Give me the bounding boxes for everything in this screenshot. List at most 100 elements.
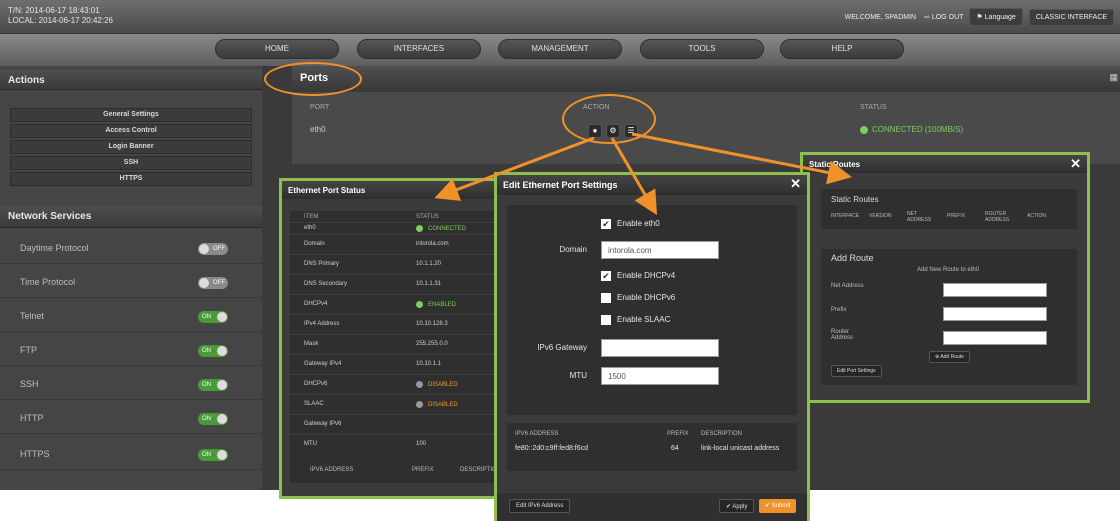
https-toggle[interactable]: ON	[198, 449, 228, 461]
service-ftp: FTP ON	[0, 336, 262, 366]
nav-tools[interactable]: TOOLS	[640, 39, 764, 59]
net-address-input[interactable]	[943, 283, 1047, 297]
row-key: DHCPv4	[304, 301, 328, 307]
welcome-text: WELCOME, SPADMIN	[844, 13, 917, 21]
ports-highlight	[264, 62, 362, 96]
close-icon[interactable]: ✕	[1070, 156, 1081, 172]
actions-list: General Settings Access Control Login Ba…	[0, 94, 262, 200]
telnet-toggle[interactable]: ON	[198, 311, 228, 323]
mtu-label: MTU	[569, 371, 587, 380]
checkbox-checked-icon: ✔	[601, 219, 611, 229]
ports-col-status: STATUS	[860, 104, 887, 111]
row-key: DNS Primary	[304, 261, 340, 267]
row-value-text: CONNECTED	[428, 226, 467, 233]
grid-icon[interactable]: ▦	[1109, 72, 1118, 83]
status-table: ITEM STATUS eth0 CONNECTED Domain intorola…	[290, 211, 496, 459]
col-action: ACTION	[1027, 213, 1046, 219]
row-key: DNS Secondary	[304, 281, 348, 287]
toggle-knob	[217, 312, 227, 322]
ftp-toggle[interactable]: ON	[198, 345, 228, 357]
toggle-knob	[217, 346, 227, 356]
table-row: MTU 100	[290, 435, 496, 459]
routes-table: Static Routes INTERFACE VERSION NET ADDR…	[821, 189, 1077, 229]
service-ssh: SSH ON	[0, 370, 262, 400]
table-row: Domain intorola.com	[290, 235, 496, 255]
toggle-state: ON	[202, 348, 211, 354]
action-https[interactable]: HTTPS	[10, 172, 252, 186]
domain-input[interactable]: intorola.com	[601, 241, 719, 259]
col-prefix: PREFIX	[947, 213, 966, 219]
slaac-checkbox[interactable]: Enable SLAAC	[601, 315, 670, 325]
row-value: 10.10.1.1	[416, 361, 442, 367]
col-version: VERSION	[869, 213, 892, 219]
prefix-input[interactable]	[943, 307, 1047, 321]
toggle-state: ON	[202, 452, 211, 458]
row-key: SLAAC	[304, 401, 324, 407]
toggle-knob	[217, 414, 227, 424]
nav-management[interactable]: MANAGEMENT	[498, 39, 622, 59]
router-address-label: Router Address	[831, 329, 854, 341]
time-toggle[interactable]: OFF	[198, 277, 228, 289]
action-access-control[interactable]: Access Control	[10, 124, 252, 138]
row-value: 255.255.0.0	[416, 341, 448, 347]
service-label: HTTPS	[20, 449, 50, 459]
nav-interfaces[interactable]: INTERFACES	[357, 39, 481, 59]
nav-help[interactable]: HELP	[780, 39, 904, 59]
row-value-text: DISABLED	[428, 382, 458, 389]
toggle-state: OFF	[213, 246, 225, 252]
add-route-button[interactable]: ⊕ Add Route	[929, 351, 970, 363]
main-nav: HOME INTERFACES MANAGEMENT TOOLS HELP	[0, 34, 1120, 66]
dialog-title: Ethernet Port Status	[282, 181, 500, 199]
row-value: 10.1.1.20	[416, 261, 442, 267]
row-value: DISABLED	[416, 381, 458, 388]
time-display: T/N: 2014-06-17 18:43:01 LOCAL: 2014-06-…	[8, 6, 113, 26]
local-time: LOCAL: 2014-06-17 20:42:26	[8, 16, 113, 25]
col-prefix: PREFIX	[667, 431, 689, 437]
ipv6-table: IPV6 ADDRESS PREFIX DESCRIPTION	[290, 457, 501, 483]
row-key: Gateway IPv6	[304, 421, 342, 427]
nav-home[interactable]: HOME	[215, 39, 339, 59]
service-time: Time Protocol OFF	[0, 268, 262, 298]
ipv6-gateway-input[interactable]	[601, 339, 719, 357]
submit-button[interactable]: ✔ Submit	[759, 499, 797, 513]
dhcpv6-checkbox[interactable]: Enable DHCPv6	[601, 293, 675, 303]
apply-button[interactable]: ✔ Apply	[719, 499, 755, 513]
dhcpv4-checkbox[interactable]: ✔ Enable DHCPv4	[601, 271, 675, 281]
mtu-input[interactable]: 1500	[601, 367, 719, 385]
row-key: DHCPv6	[304, 381, 328, 387]
apply-label: Apply	[732, 504, 748, 510]
checkbox-label: Enable SLAAC	[617, 315, 671, 325]
action-login-banner[interactable]: Login Banner	[10, 140, 252, 154]
toggle-knob	[217, 380, 227, 390]
logout-link[interactable]: ⇨ LOG OUT	[924, 13, 963, 21]
action-highlight	[562, 94, 656, 144]
ipv6-col-prefix: PREFIX	[412, 467, 434, 473]
row-value-text: ENABLED	[428, 302, 457, 309]
close-icon[interactable]: ✕	[790, 176, 801, 192]
ports-header-bar	[292, 66, 1120, 92]
edit-port-settings-button[interactable]: Edit Port Settings	[831, 365, 882, 377]
http-toggle[interactable]: ON	[198, 413, 228, 425]
language-button[interactable]: ⚑ Language	[969, 8, 1023, 26]
settings-form: ✔ Enable eth0 Domain intorola.com ✔ Enable…	[507, 205, 797, 415]
row-value: DISABLED	[416, 401, 458, 408]
router-address-input[interactable]	[943, 331, 1047, 345]
action-general-settings[interactable]: General Settings	[10, 108, 252, 122]
table-row: eth0 CONNECTED	[290, 223, 496, 235]
enable-eth0-checkbox[interactable]: ✔ Enable eth0	[601, 219, 660, 229]
classic-interface-button[interactable]: CLASSIC INTERFACE	[1028, 8, 1114, 26]
row-value: ENABLED	[416, 301, 456, 308]
disabled-dot-icon	[416, 381, 423, 388]
edit-ipv6-address-button[interactable]: Edit IPv6 Address	[509, 499, 571, 513]
ssh-toggle[interactable]: ON	[198, 379, 228, 391]
row-value: CONNECTED	[416, 225, 466, 232]
col-status: STATUS	[416, 214, 439, 220]
row-value: intorola.com	[416, 241, 449, 247]
add-route-label: Add Route	[940, 354, 964, 360]
daytime-toggle[interactable]: OFF	[198, 243, 228, 255]
checkbox-label: Enable DHCPv6	[617, 293, 676, 303]
row-value: 10.10.128.3	[416, 321, 448, 327]
action-ssh[interactable]: SSH	[10, 156, 252, 170]
prefix-value: 64	[671, 445, 679, 452]
service-http: HTTP ON	[0, 404, 262, 434]
